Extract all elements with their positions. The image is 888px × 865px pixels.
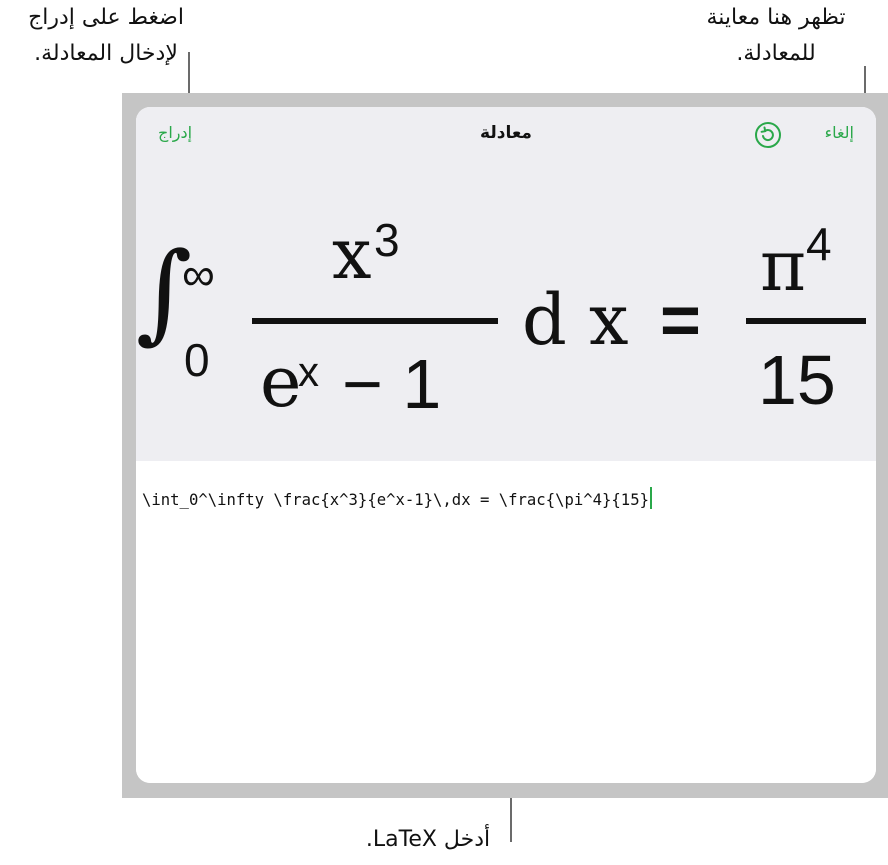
- navigation-bar: إدراج معادلة إلغاء: [136, 107, 876, 167]
- text-cursor: [649, 487, 652, 509]
- equation-preview: ∫ ∞ 0 x 3 e x − 1 d x = π 4 15: [136, 197, 876, 461]
- preview-callout-line1: تظهر هنا معاينة: [706, 5, 846, 30]
- denominator-base: e: [260, 341, 302, 423]
- lower-limit: 0: [184, 334, 210, 386]
- refresh-icon: [755, 122, 781, 148]
- denominator-rest: − 1: [342, 345, 442, 423]
- equation-panel: إدراج معادلة إلغاء ∫ ∞ 0 x 3 e x − 1 d x…: [136, 107, 876, 783]
- preview-callout: تظهر هنا معاينة للمعادلة.: [676, 0, 876, 72]
- refresh-button[interactable]: [754, 121, 782, 149]
- rhs-numerator-base: π: [760, 225, 807, 307]
- insert-callout: اضغط على إدراج لإدخال المعادلة.: [6, 0, 206, 72]
- insert-callout-line1: اضغط على إدراج: [28, 5, 184, 30]
- numerator-base: x: [332, 213, 372, 295]
- latex-input[interactable]: \int_0^\infty \frac{x^3}{e^x-1}\,dx = \f…: [142, 487, 652, 509]
- denominator-exponent: x: [298, 348, 319, 395]
- rhs-fraction-bar: [746, 318, 866, 324]
- upper-limit: ∞: [182, 248, 215, 300]
- numerator-exponent: 3: [374, 214, 400, 266]
- cancel-button[interactable]: إلغاء: [825, 123, 854, 142]
- rhs-denominator: 15: [758, 341, 836, 419]
- latex-editor[interactable]: \int_0^\infty \frac{x^3}{e^x-1}\,dx = \f…: [136, 461, 876, 783]
- equals-sign: =: [660, 281, 701, 359]
- fraction-bar: [252, 318, 498, 324]
- differential: d x: [522, 279, 629, 361]
- latex-source-text: \int_0^\infty \frac{x^3}{e^x-1}\,dx = \f…: [142, 491, 649, 509]
- preview-area: إدراج معادلة إلغاء ∫ ∞ 0 x 3 e x − 1 d x…: [136, 107, 876, 461]
- insert-callout-line2: لإدخال المعادلة.: [34, 41, 178, 66]
- latex-callout: أدخل LaTeX.: [365, 827, 491, 852]
- preview-callout-line2: للمعادلة.: [736, 41, 816, 66]
- rhs-numerator-exponent: 4: [806, 218, 832, 270]
